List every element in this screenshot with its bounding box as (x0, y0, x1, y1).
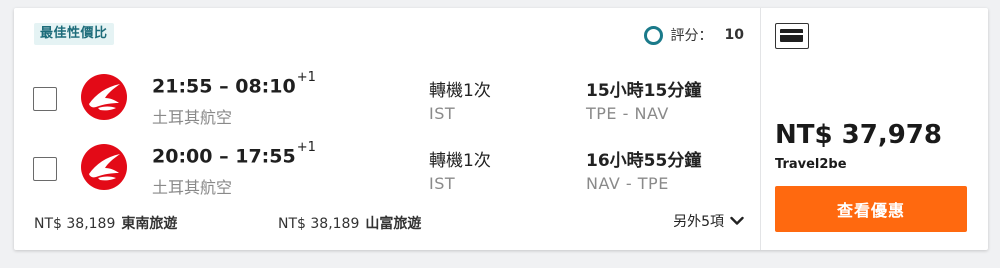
day-offset: +1 (296, 140, 316, 155)
flight-leg-outbound: 21:55 – 08:10+1 土耳其航空 轉機1次 IST 15小時15分鐘 … (14, 70, 760, 138)
provider-name: 東南旅遊 (121, 216, 178, 232)
provider-price: NT$ 38,189 (34, 216, 116, 232)
provider-option[interactable]: NT$ 38,189 東南旅遊 (34, 213, 177, 233)
provider-option[interactable]: NT$ 38,189 山富旅遊 (278, 213, 421, 233)
flight-leg-return: 20:00 – 17:55+1 土耳其航空 轉機1次 IST 16小時55分鐘 … (14, 140, 760, 208)
time-separator: – (219, 75, 236, 98)
price-section: NT$ 37,978 Travel2be 查看優惠 (761, 8, 988, 250)
depart-time: 20:00 (152, 145, 213, 168)
rating-value: 10 (724, 27, 744, 43)
turkish-airlines-logo-icon (81, 74, 127, 120)
flight-select-checkbox[interactable] (33, 87, 57, 111)
stop-airport: IST (429, 104, 456, 123)
arrive-time: 08:10 (235, 75, 296, 98)
flight-duration: 15小時15分鐘 (586, 81, 702, 101)
airline-name: 土耳其航空 (152, 108, 233, 127)
chevron-down-icon (730, 216, 744, 225)
itinerary-section: 最佳性價比 評分： 10 21:55 – 08:10+1 土耳其航空 轉機1次 … (14, 8, 760, 250)
more-providers-label: 另外5項 (673, 214, 724, 230)
credit-card-icon (775, 23, 809, 49)
flight-select-checkbox[interactable] (33, 157, 57, 181)
view-deal-button[interactable]: 查看優惠 (775, 186, 967, 232)
flight-times: 21:55 – 08:10+1 (152, 70, 316, 98)
provider-price: NT$ 38,189 (278, 216, 360, 232)
day-offset: +1 (296, 70, 316, 85)
stops-count: 轉機1次 (429, 81, 491, 101)
price-value: NT$ 37,978 (775, 120, 942, 150)
arrive-time: 17:55 (235, 145, 296, 168)
stops-count: 轉機1次 (429, 151, 491, 171)
time-separator: – (219, 145, 236, 168)
rating: 評分： 10 (643, 23, 744, 47)
stop-airport: IST (429, 174, 456, 193)
provider-name: 山富旅遊 (365, 216, 422, 232)
flight-result-card[interactable]: 最佳性價比 評分： 10 21:55 – 08:10+1 土耳其航空 轉機1次 … (14, 8, 988, 250)
rating-label: 評分： (670, 28, 713, 44)
flight-times: 20:00 – 17:55+1 (152, 140, 316, 168)
flight-route: NAV - TPE (586, 174, 669, 193)
best-value-badge: 最佳性價比 (34, 23, 114, 45)
price-provider: Travel2be (775, 157, 847, 172)
more-providers-link[interactable]: 另外5項 (673, 211, 744, 231)
airline-name: 土耳其航空 (152, 178, 233, 197)
flight-duration: 16小時55分鐘 (586, 151, 702, 171)
flight-route: TPE - NAV (586, 104, 669, 123)
turkish-airlines-logo-icon (81, 144, 127, 190)
rating-ring-icon (643, 25, 663, 45)
depart-time: 21:55 (152, 75, 213, 98)
